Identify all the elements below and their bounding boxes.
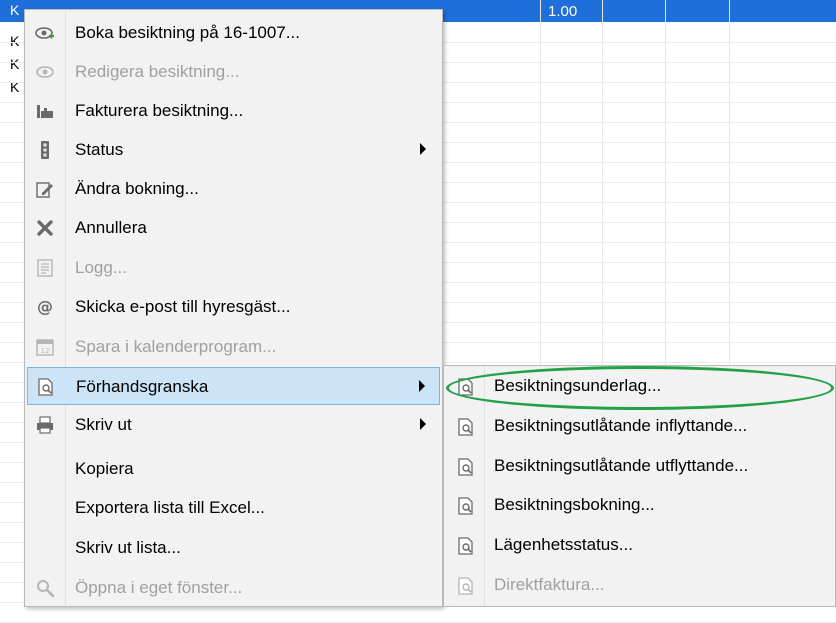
menu-item-boka-besiktning-på-16-1007[interactable]: Boka besiktning på 16-1007... <box>27 14 440 52</box>
submenu-item-label: Direktfaktura... <box>494 575 605 594</box>
calendar-icon: 12 <box>35 337 55 357</box>
menu-item-annullera[interactable]: Annullera <box>27 209 440 247</box>
menu-item-skriv-ut-lista[interactable]: Skriv ut lista... <box>27 529 440 567</box>
submenu-item-besiktningsbokning[interactable]: Besiktningsbokning... <box>446 486 835 524</box>
submenu-item-label: Besiktningsutlåtande utflyttande... <box>494 456 749 475</box>
menu-item-logg: Logg... <box>27 249 440 287</box>
preview-submenu: Besiktningsunderlag... Besiktningsutlåtan… <box>443 365 836 607</box>
submenu-item-besiktningsutlåtande-inflyttande[interactable]: Besiktningsutlåtande inflyttande... <box>446 407 835 445</box>
menu-item-förhandsgranska[interactable]: Förhandsgranska <box>27 367 440 405</box>
preview-icon <box>456 576 474 596</box>
menu-item-label: Förhandsgranska <box>76 377 209 396</box>
magnifier-icon <box>35 578 55 598</box>
submenu-item-label: Besiktningsbokning... <box>494 495 655 514</box>
preview-icon <box>456 417 474 437</box>
eye-icon <box>35 62 55 82</box>
menu-item-label: Redigera besiktning... <box>75 62 240 81</box>
at-icon: @ <box>35 297 55 317</box>
menu-item-öppna-i-eget-fönster: Öppna i eget fönster... <box>27 569 440 607</box>
submenu-arrow-icon <box>420 143 426 155</box>
preview-icon <box>456 536 474 556</box>
printer-icon <box>35 415 55 435</box>
svg-text:12: 12 <box>41 347 50 355</box>
submenu-item-besiktningsunderlag[interactable]: Besiktningsunderlag... <box>446 367 835 405</box>
preview-icon <box>36 377 56 397</box>
menu-item-exportera-lista-till-excel[interactable]: Exportera lista till Excel... <box>27 489 440 527</box>
eye-plus-icon <box>35 23 55 43</box>
menu-item-skriv-ut[interactable]: Skriv ut <box>27 406 440 444</box>
submenu-item-lägenhetsstatus[interactable]: Lägenhetsstatus... <box>446 526 835 564</box>
menu-item-status[interactable]: Status <box>27 131 440 169</box>
invoice-icon <box>35 101 55 121</box>
selected-cell-value: 1.00 <box>548 3 578 20</box>
menu-item-label: Öppna i eget fönster... <box>75 578 243 597</box>
menu-item-label: Boka besiktning på 16-1007... <box>75 23 300 42</box>
menu-item-kopiera[interactable]: Kopiera <box>27 450 440 488</box>
menu-item-label: Fakturera besiktning... <box>75 101 244 120</box>
submenu-item-direktfaktura: Direktfaktura... <box>446 566 835 604</box>
submenu-item-besiktningsutlåtande-utflyttande[interactable]: Besiktningsutlåtande utflyttande... <box>446 447 835 485</box>
menu-item-label: Skriv ut <box>75 415 132 434</box>
cross-icon <box>35 218 55 238</box>
row-prefix: K <box>10 2 20 18</box>
menu-item-label: Kopiera <box>75 459 134 478</box>
submenu-item-label: Lägenhetsstatus... <box>494 535 633 554</box>
traffic-light-icon <box>35 140 55 160</box>
menu-item-label: Annullera <box>75 218 147 237</box>
menu-item-label: Ändra bokning... <box>75 179 199 198</box>
menu-item-label: Logg... <box>75 258 127 277</box>
context-menu: Boka besiktning på 16-1007... Redigera be… <box>24 9 443 607</box>
menu-item-label: Skicka e-post till hyresgäst... <box>75 297 291 316</box>
submenu-arrow-icon <box>420 418 426 430</box>
submenu-arrow-icon <box>419 380 425 392</box>
submenu-item-label: Besiktningsunderlag... <box>494 376 662 395</box>
menu-item-label: Status <box>75 140 124 159</box>
menu-item-label: Spara i kalenderprogram... <box>75 337 277 356</box>
preview-icon <box>456 377 474 397</box>
preview-icon <box>456 496 474 516</box>
menu-item-ändra-bokning[interactable]: Ändra bokning... <box>27 170 440 208</box>
menu-item-skicka-e-post-till-hyresgäst[interactable]: @ Skicka e-post till hyresgäst... <box>27 288 440 326</box>
menu-item-label: Skriv ut lista... <box>75 538 181 557</box>
svg-text:@: @ <box>37 297 53 316</box>
menu-item-redigera-besiktning: Redigera besiktning... <box>27 53 440 91</box>
preview-icon <box>456 457 474 477</box>
edit-icon <box>35 179 55 199</box>
log-icon <box>35 258 55 278</box>
menu-item-spara-i-kalenderprogram: 12 Spara i kalenderprogram... <box>27 328 440 366</box>
submenu-item-label: Besiktningsutlåtande inflyttande... <box>494 416 748 435</box>
menu-item-fakturera-besiktning[interactable]: Fakturera besiktning... <box>27 92 440 130</box>
menu-item-label: Exportera lista till Excel... <box>75 498 265 517</box>
